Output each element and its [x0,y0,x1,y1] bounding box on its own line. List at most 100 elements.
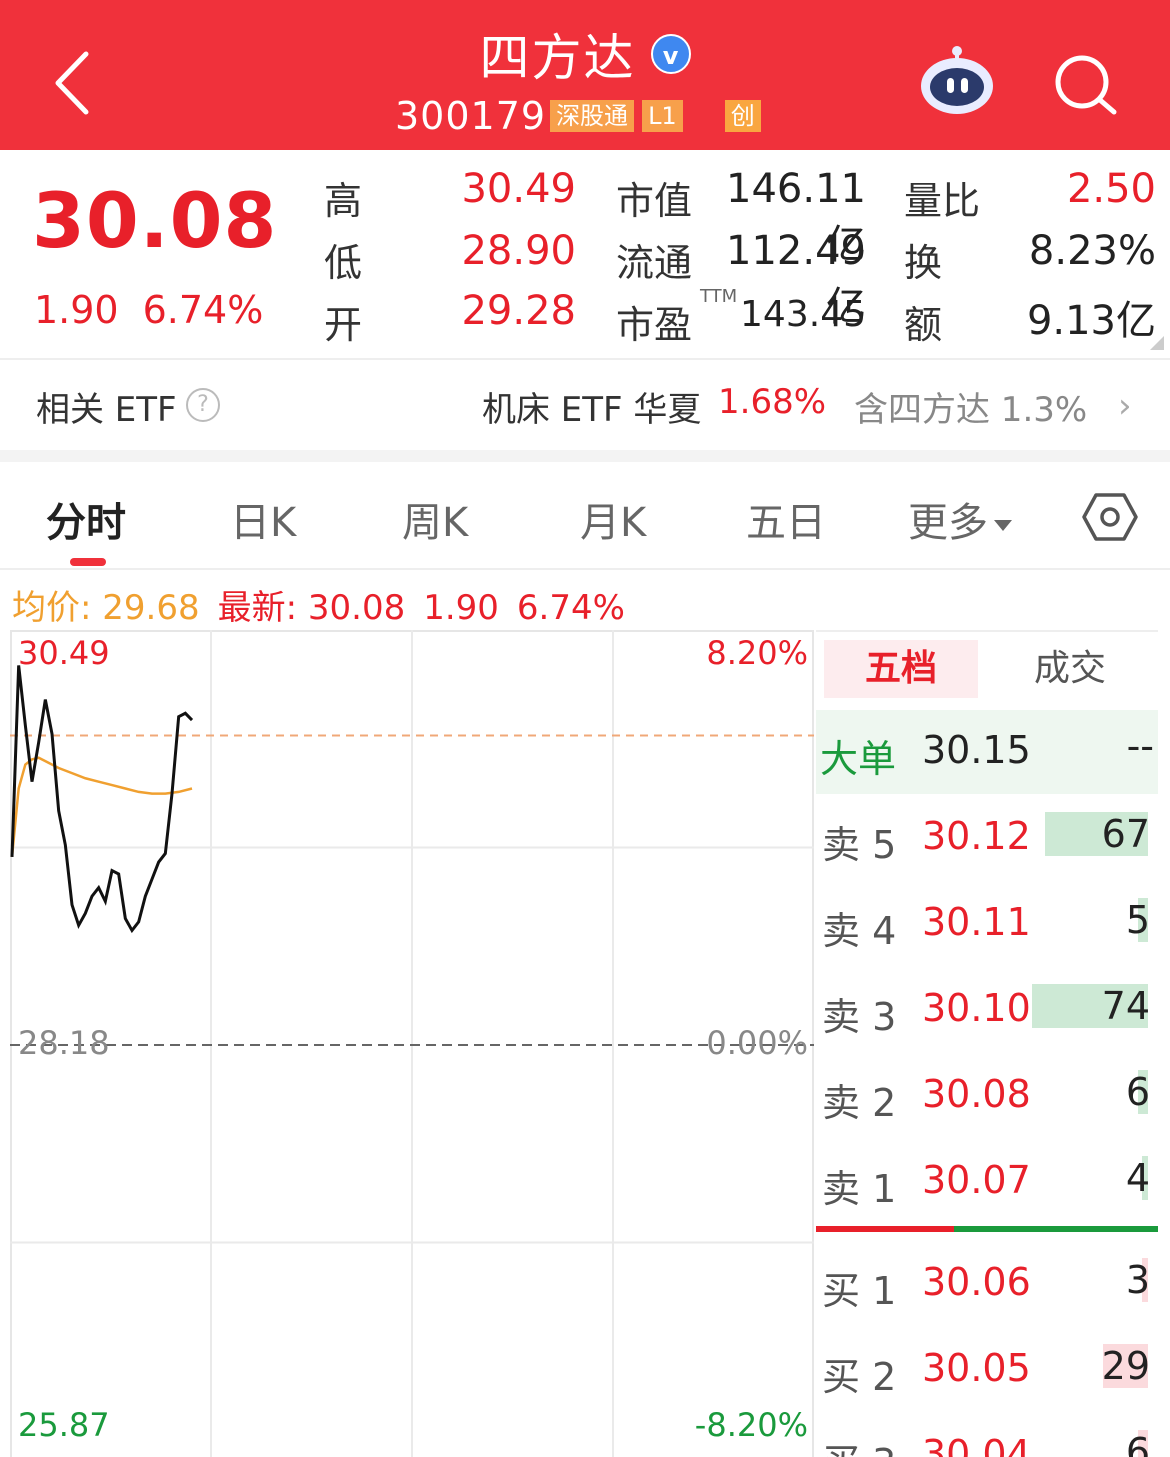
buy-level-label: 买 1 [822,1269,897,1313]
sell-level-row[interactable]: 卖 2 30.08 6 [816,1052,1158,1138]
sell-level-volume: 6 [1125,1070,1150,1114]
related-etf-row[interactable]: 相关 ETF ? 机床 ETF 华夏 1.68% 含四方达 1.3% › [0,360,1170,450]
average-price: 均价: 29.68 [12,588,200,628]
etf-percent: 1.68% [718,382,827,422]
tab-trades[interactable]: 成交 [1034,640,1106,698]
buy-level-price: 30.04 [922,1432,1031,1457]
sell-level-price: 30.12 [922,814,1031,858]
change-value: 1.90 [34,288,119,332]
big-order-row: 大单 30.15 -- [816,710,1158,794]
tab-more-label: 更多 [908,500,988,546]
buy-level-volume: 29 [1101,1344,1150,1388]
sell-level-price: 30.07 [922,1158,1031,1202]
bid-ratio-bar [954,1226,1158,1232]
chart-tabs: 分时 日K 周K 月K 五日 更多 [0,462,1170,570]
label-turnover: 换 [904,241,943,285]
change-percent: 6.74% [142,288,264,332]
price-change: 1.90 6.74% [34,288,287,332]
sell-level-label: 卖 2 [822,1081,897,1125]
help-icon[interactable]: ? [186,388,220,422]
expand-corner-icon[interactable] [1150,336,1164,350]
y-tick-low: 25.87 [18,1406,110,1444]
sell-level-volume: 74 [1101,984,1150,1028]
settings-hexagon-icon[interactable] [1082,492,1138,542]
label-pe: 市盈 [616,303,693,347]
latest-change-pct: 6.74% [516,588,625,628]
section-gap [0,450,1170,462]
buy-level-price: 30.05 [922,1346,1031,1390]
latest-change: 1.90 [423,588,499,628]
sell-level-row[interactable]: 卖 4 30.11 5 [816,880,1158,966]
intraday-chart-svg [10,630,814,1457]
sell-level-row[interactable]: 卖 5 30.12 67 [816,794,1158,880]
buy-level-volume: 6 [1125,1430,1150,1457]
buy-level-price: 30.06 [922,1260,1031,1304]
label-low: 低 [324,241,363,285]
label-amount: 额 [904,303,943,347]
tab-daily-k[interactable]: 日K [230,490,296,548]
sell-level-volume: 67 [1101,812,1150,856]
tab-weekly-k[interactable]: 周K [402,490,468,548]
order-book: 五档 成交 大单 30.15 -- 卖 5 30.12 67 卖 4 30.11 5 卖 3… [816,630,1158,1457]
pct-tick-low: -8.20% [694,1406,808,1444]
search-icon[interactable] [1052,52,1120,118]
buy-level-label: 买 2 [822,1355,897,1399]
stock-code: 300179 [395,94,547,138]
sell-level-label: 卖 4 [822,909,897,953]
big-order-label: 大单 [820,737,897,781]
current-price: 30.08 [32,176,278,265]
tag-shenguotong: 深股通 [550,100,635,132]
big-order-price: 30.15 [922,728,1031,772]
code-row: 300179 深股通 L1 创 [395,94,761,138]
sell-level-row[interactable]: 卖 1 30.07 4 [816,1138,1158,1224]
value-amount: 9.13亿 [1026,298,1156,344]
y-tick-prev-close: 28.18 [18,1024,110,1062]
app-header: 四方达 v 300179 深股通 L1 创 [0,0,1170,150]
tab-monthly-k[interactable]: 月K [580,490,646,548]
latest-price: 最新: 30.08 1.90 6.74% [218,588,643,628]
ask-ratio-bar [816,1226,954,1232]
price-line [10,665,194,934]
sell-level-volume: 5 [1125,898,1150,942]
sell-level-label: 卖 3 [822,995,897,1039]
value-low: 28.90 [461,228,576,274]
buy-level-row[interactable]: 买 1 30.06 3 [816,1240,1158,1326]
label-high: 高 [324,179,363,223]
related-etf-label: 相关 ETF [36,390,177,430]
label-float-cap: 流通 [616,241,693,285]
buy-level-label: 买 3 [822,1432,896,1457]
sell-level-label: 卖 1 [822,1167,897,1211]
sell-level-price: 30.11 [922,900,1031,944]
sell-level-label: 卖 5 [822,823,897,867]
tab-more[interactable]: 更多 [908,490,1012,548]
value-pe: 143.45 [740,294,866,335]
value-volume-ratio: 2.50 [1066,166,1156,212]
value-open: 29.28 [461,288,576,334]
verified-icon: v [650,34,691,74]
pct-tick-zero: 0.00% [706,1024,808,1062]
tab-intraday[interactable]: 分时 [46,490,126,548]
sell-level-row[interactable]: 卖 3 30.10 74 [816,966,1158,1052]
latest-price-label: 最新: 30.08 [217,588,406,628]
value-high: 30.49 [461,166,576,212]
etf-name: 机床 ETF 华夏 [482,390,702,430]
chevron-right-icon[interactable]: › [1118,386,1132,426]
buy-level-row[interactable]: 买 3 30.04 6 [816,1412,1158,1457]
buy-level-volume: 3 [1125,1258,1150,1302]
stock-name: 四方达 [479,29,636,87]
value-turnover: 8.23% [1028,228,1156,274]
sell-level-price: 30.08 [922,1072,1031,1116]
buy-level-row[interactable]: 买 2 30.05 29 [816,1326,1158,1412]
label-volume-ratio: 量比 [904,179,981,223]
tag-chuang: 创 [724,100,761,132]
intraday-chart[interactable]: 30.49 28.18 25.87 8.20% 0.00% -8.20% [10,630,814,1457]
pct-tick-high: 8.20% [706,634,808,672]
bid-ask-divider [816,1226,1158,1232]
average-price-line [10,756,193,858]
label-open: 开 [324,303,363,347]
caret-down-icon [994,519,1012,531]
robot-assistant-icon[interactable] [918,44,996,116]
tab-five-levels[interactable]: 五档 [824,640,978,698]
etf-holding: 含四方达 1.3% [854,390,1088,430]
tab-five-day[interactable]: 五日 [746,490,826,548]
